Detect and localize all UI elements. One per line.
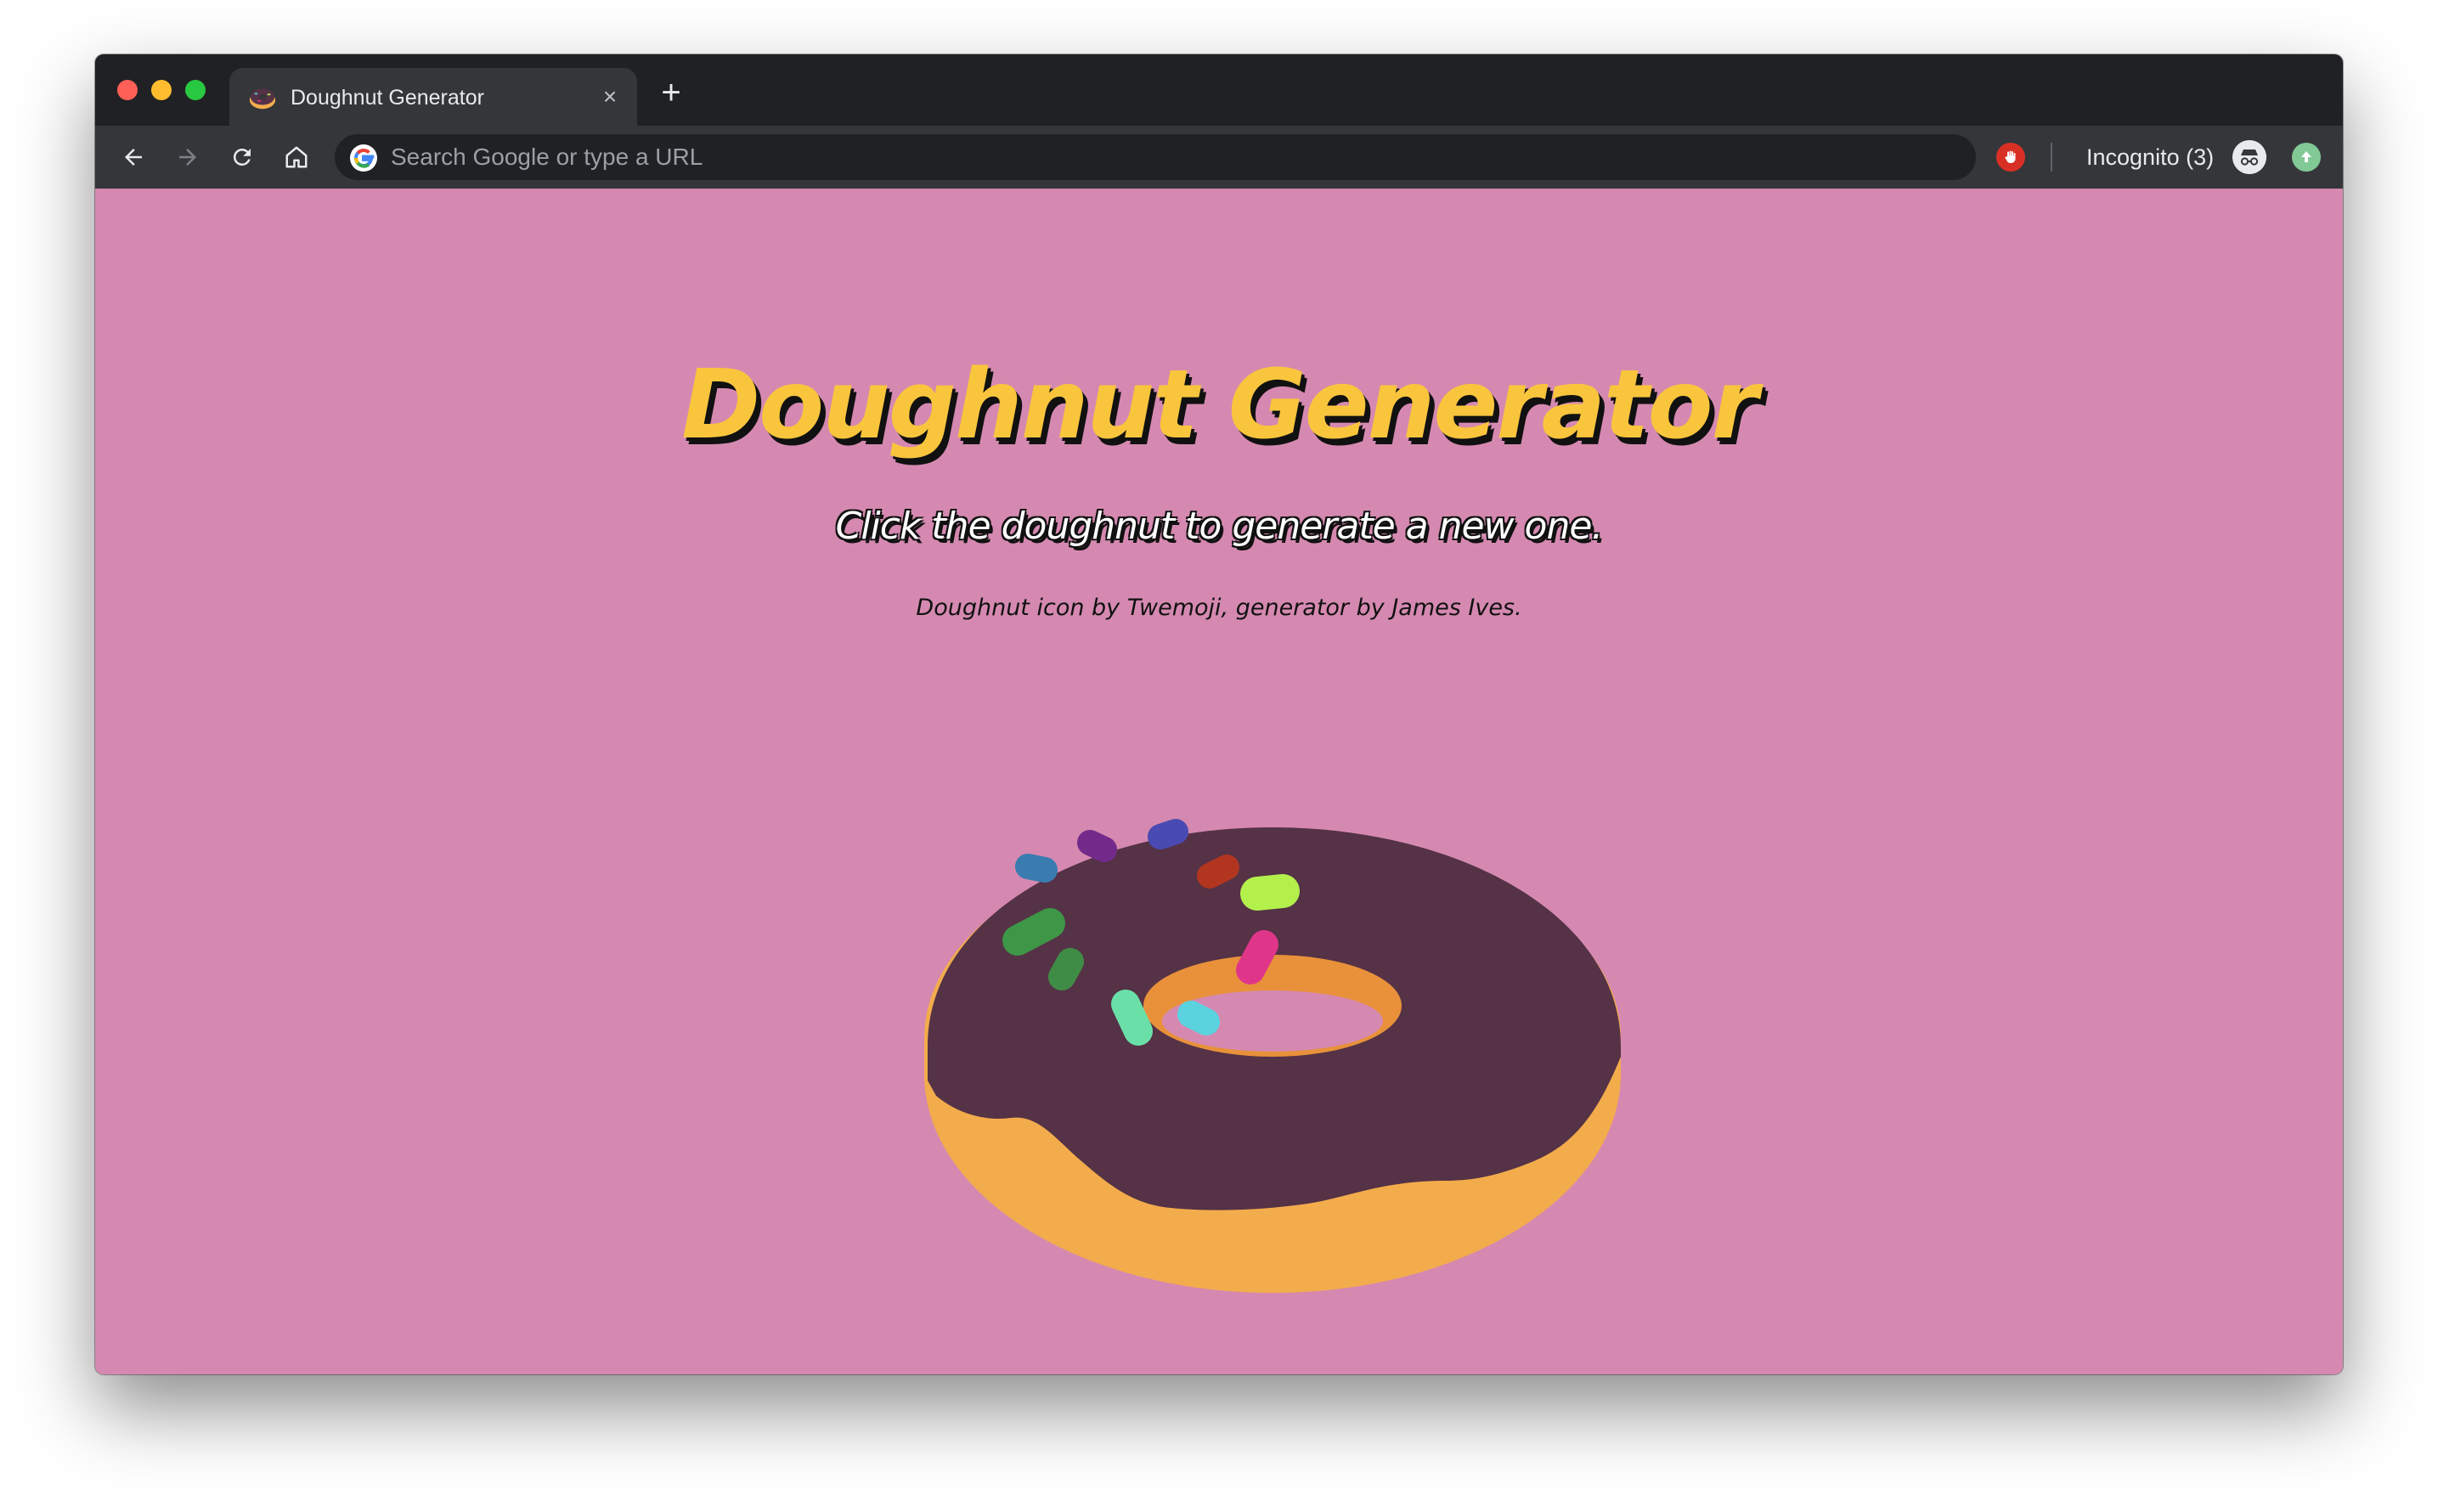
attribution-credits: Doughnut icon by Twemoji, generator by J…: [916, 595, 1522, 621]
sprinkle: [1177, 1001, 1220, 1035]
tab-close-icon[interactable]: ×: [596, 83, 624, 110]
back-arrow-icon: [125, 149, 142, 166]
browser-window: Doughnut Generator × + Search Google or …: [95, 54, 2343, 1374]
hand-stop-icon: [2005, 150, 2016, 163]
address-bar-placeholder: Search Google or type a URL: [391, 144, 703, 170]
sprinkle: [1015, 854, 1058, 883]
tab-strip: Doughnut Generator × +: [95, 54, 2343, 126]
sprinkle: [1111, 990, 1153, 1046]
reload-icon: [233, 148, 251, 166]
minimize-window-button[interactable]: [151, 80, 172, 100]
forward-arrow-icon: [179, 149, 196, 166]
home-icon: [285, 146, 308, 168]
page-subtitle: Click the doughnut to generate a new one…: [835, 505, 1604, 548]
adblock-extension-icon[interactable]: [1996, 143, 2025, 172]
sprinkle: [1077, 830, 1117, 862]
browser-toolbar: Search Google or type a URL Incognito (3…: [95, 126, 2343, 189]
page-title: Doughnut Generator: [681, 350, 1758, 460]
incognito-icon[interactable]: [2232, 140, 2266, 174]
page-content: Doughnut Generator Click the doughnut to…: [95, 189, 2343, 1374]
toolbar-divider: [2051, 143, 2052, 172]
google-logo-icon: [350, 144, 377, 172]
tab-doughnut-generator[interactable]: Doughnut Generator ×: [229, 68, 637, 126]
arrow-up-icon: [2301, 151, 2311, 162]
update-available-icon[interactable]: [2292, 143, 2321, 172]
maximize-window-button[interactable]: [185, 80, 206, 100]
sprinkle: [1148, 819, 1188, 849]
home-button[interactable]: [280, 141, 313, 173]
sprinkle: [1236, 930, 1278, 984]
doughnut-favicon-icon: [249, 88, 276, 110]
forward-button[interactable]: [172, 141, 204, 173]
address-bar[interactable]: Search Google or type a URL: [335, 134, 1976, 180]
reload-button[interactable]: [226, 141, 258, 173]
sprinkle: [1002, 908, 1065, 956]
sprinkle: [1197, 855, 1239, 889]
back-button[interactable]: [117, 141, 150, 173]
sprinkle: [1048, 948, 1084, 990]
incognito-label[interactable]: Incognito (3): [2086, 126, 2214, 189]
close-window-button[interactable]: [117, 80, 138, 100]
tab-title: Doughnut Generator: [291, 86, 484, 110]
doughnut-generator-button[interactable]: [902, 758, 1633, 1352]
sprinkle: [1240, 874, 1300, 911]
new-tab-button[interactable]: +: [656, 76, 686, 110]
